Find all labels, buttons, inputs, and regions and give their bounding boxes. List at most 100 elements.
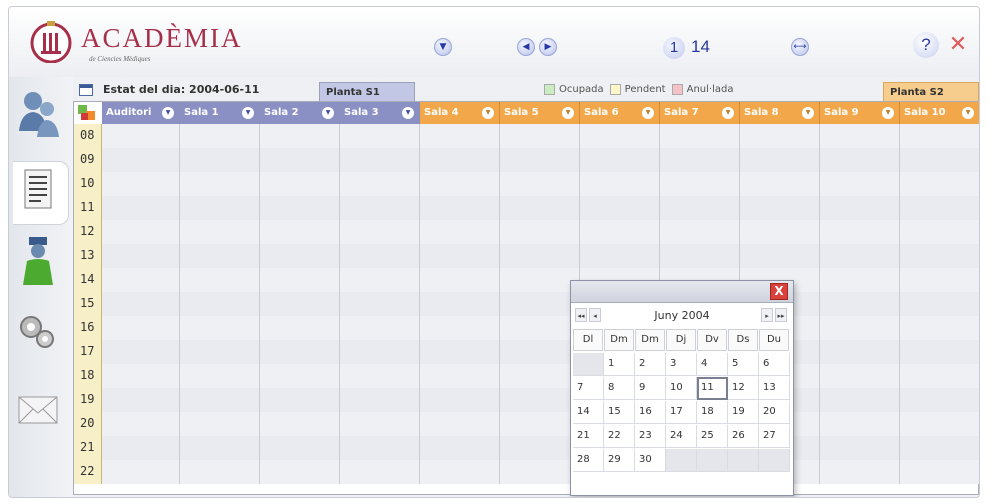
calendar-day[interactable]: 3 <box>666 353 697 376</box>
schedule-cell[interactable] <box>820 172 900 196</box>
schedule-cell[interactable] <box>420 388 500 412</box>
schedule-cell[interactable] <box>102 172 180 196</box>
schedule-cell[interactable] <box>900 196 979 220</box>
date-picker-close-button[interactable]: X <box>770 283 788 300</box>
fit-button[interactable]: ⟷ <box>791 38 809 56</box>
schedule-cell[interactable] <box>500 172 580 196</box>
calendar-day[interactable]: 4 <box>697 353 728 376</box>
schedule-cell[interactable] <box>420 148 500 172</box>
calendar-day[interactable]: 16 <box>635 401 666 424</box>
calendar-day[interactable]: 6 <box>759 353 790 376</box>
date-picker-titlebar[interactable]: X <box>571 281 793 303</box>
schedule-cell[interactable] <box>340 196 420 220</box>
schedule-cell[interactable] <box>260 124 340 148</box>
schedule-cell[interactable] <box>740 172 820 196</box>
schedule-cell[interactable] <box>102 220 180 244</box>
schedule-cell[interactable] <box>260 364 340 388</box>
schedule-cell[interactable] <box>102 316 180 340</box>
calendar-day[interactable]: 30 <box>635 449 666 472</box>
schedule-cell[interactable] <box>260 268 340 292</box>
schedule-cell[interactable] <box>900 436 979 460</box>
schedule-cell[interactable] <box>340 148 420 172</box>
schedule-cell[interactable] <box>660 220 740 244</box>
chevron-down-icon[interactable]: ▼ <box>642 107 654 119</box>
column-header-sala-8[interactable]: Sala 8 ▼ <box>740 102 820 124</box>
schedule-cell[interactable] <box>500 292 580 316</box>
schedule-cell[interactable] <box>660 148 740 172</box>
calendar-day[interactable]: 2 <box>635 353 666 376</box>
schedule-cell[interactable] <box>420 268 500 292</box>
schedule-cell[interactable] <box>260 148 340 172</box>
sidebar-item-settings[interactable] <box>13 305 69 369</box>
schedule-cell[interactable] <box>180 124 260 148</box>
schedule-cell[interactable] <box>180 148 260 172</box>
schedule-cell[interactable] <box>660 172 740 196</box>
schedule-cell[interactable] <box>180 388 260 412</box>
schedule-cell[interactable] <box>820 196 900 220</box>
schedule-cell[interactable] <box>740 148 820 172</box>
schedule-cell[interactable] <box>180 220 260 244</box>
schedule-cell[interactable] <box>180 196 260 220</box>
calendar-day[interactable]: 18 <box>697 401 728 424</box>
schedule-cell[interactable] <box>900 316 979 340</box>
schedule-cell[interactable] <box>260 196 340 220</box>
schedule-cell[interactable] <box>260 292 340 316</box>
schedule-cell[interactable] <box>900 124 979 148</box>
schedule-cell[interactable] <box>180 268 260 292</box>
schedule-cell[interactable] <box>820 340 900 364</box>
schedule-cell[interactable] <box>900 268 979 292</box>
tab-planta-s2[interactable]: Planta S2 <box>883 82 979 102</box>
schedule-cell[interactable] <box>500 436 580 460</box>
prev-button[interactable]: ◀ <box>517 38 535 56</box>
schedule-cell[interactable] <box>580 220 660 244</box>
schedule-cell[interactable] <box>500 220 580 244</box>
schedule-cell[interactable] <box>102 124 180 148</box>
schedule-cell[interactable] <box>820 412 900 436</box>
schedule-cell[interactable] <box>340 244 420 268</box>
schedule-cell[interactable] <box>102 268 180 292</box>
schedule-cell[interactable] <box>500 340 580 364</box>
schedule-cell[interactable] <box>420 364 500 388</box>
calendar-day[interactable]: 23 <box>635 425 666 448</box>
schedule-cell[interactable] <box>420 172 500 196</box>
schedule-cell[interactable] <box>102 412 180 436</box>
column-header-sala-10[interactable]: Sala 10 ▼ <box>900 102 979 124</box>
chevron-down-icon[interactable]: ▼ <box>242 107 254 119</box>
calendar-day[interactable]: 5 <box>728 353 759 376</box>
calendar-day[interactable]: 12 <box>728 377 759 400</box>
calendar-day[interactable]: 17 <box>666 401 697 424</box>
schedule-cell[interactable] <box>820 316 900 340</box>
chevron-down-icon[interactable]: ▼ <box>482 107 494 119</box>
column-header-sala-2[interactable]: Sala 2 ▼ <box>260 102 340 124</box>
schedule-cell[interactable] <box>102 388 180 412</box>
schedule-cell[interactable] <box>102 436 180 460</box>
calendar-day[interactable]: 15 <box>604 401 635 424</box>
close-button[interactable]: ✕ <box>947 33 969 55</box>
schedule-cell[interactable] <box>340 316 420 340</box>
schedule-cell[interactable] <box>740 124 820 148</box>
schedule-cell[interactable] <box>820 124 900 148</box>
schedule-cell[interactable] <box>180 340 260 364</box>
next-button[interactable]: ▶ <box>539 38 557 56</box>
next-month-button[interactable]: ▸ <box>761 308 773 322</box>
schedule-cell[interactable] <box>102 244 180 268</box>
schedule-cell[interactable] <box>340 124 420 148</box>
chevron-down-icon[interactable]: ▼ <box>562 107 574 119</box>
schedule-cell[interactable] <box>820 244 900 268</box>
schedule-cell[interactable] <box>900 220 979 244</box>
schedule-cell[interactable] <box>340 292 420 316</box>
chevron-down-icon[interactable]: ▼ <box>962 107 974 119</box>
calendar-day[interactable]: 19 <box>728 401 759 424</box>
schedule-cell[interactable] <box>260 388 340 412</box>
schedule-cell[interactable] <box>340 364 420 388</box>
schedule-cell[interactable] <box>102 460 180 484</box>
schedule-cell[interactable] <box>420 292 500 316</box>
calendar-day[interactable]: 7 <box>573 377 604 400</box>
schedule-cell[interactable] <box>180 316 260 340</box>
schedule-cell[interactable] <box>420 244 500 268</box>
schedule-cell[interactable] <box>102 364 180 388</box>
schedule-cell[interactable] <box>420 436 500 460</box>
schedule-cell[interactable] <box>900 460 979 484</box>
schedule-cell[interactable] <box>180 460 260 484</box>
calendar-day[interactable]: 26 <box>728 425 759 448</box>
